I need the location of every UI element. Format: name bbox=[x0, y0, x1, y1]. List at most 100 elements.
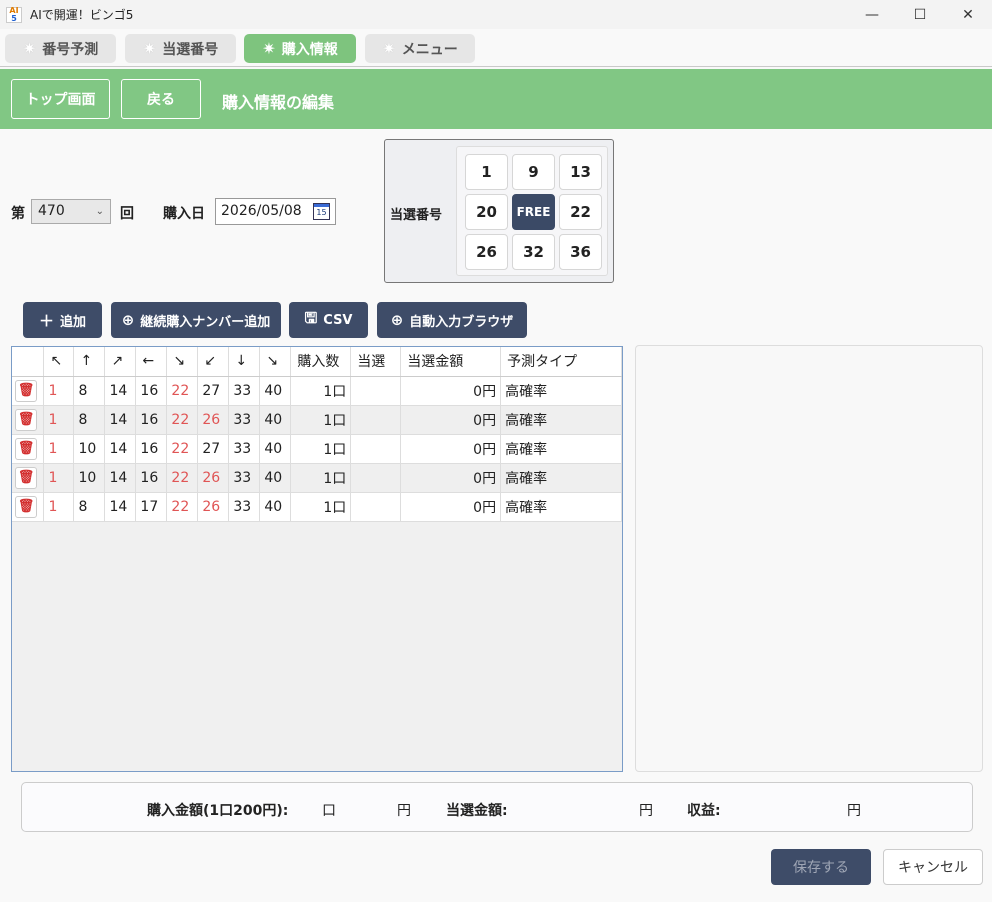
number-cell[interactable]: 40 bbox=[259, 376, 292, 406]
add-button[interactable]: ＋ 追加 bbox=[23, 302, 102, 338]
quantity-cell[interactable]: 1口 bbox=[290, 434, 352, 464]
number-cell[interactable]: 8 bbox=[73, 492, 106, 522]
column-header[interactable]: 購入数 bbox=[290, 347, 352, 377]
add-continuous-button[interactable]: ⊕ 継続購入ナンバー追加 bbox=[111, 302, 281, 338]
number-cell[interactable]: 1 bbox=[43, 492, 75, 522]
number-cell[interactable]: 33 bbox=[228, 492, 261, 522]
calendar-icon[interactable]: 15 bbox=[313, 203, 330, 220]
column-header[interactable]: ↗ bbox=[104, 347, 137, 377]
number-cell[interactable]: 14 bbox=[104, 463, 137, 493]
win-amount-cell[interactable]: 0円 bbox=[400, 463, 502, 493]
number-cell[interactable]: 22 bbox=[166, 434, 199, 464]
number-cell[interactable]: 16 bbox=[135, 463, 168, 493]
number-cell[interactable]: 1 bbox=[43, 434, 75, 464]
number-cell[interactable]: 8 bbox=[73, 405, 106, 435]
number-cell[interactable]: 22 bbox=[166, 463, 199, 493]
number-cell[interactable]: 33 bbox=[228, 434, 261, 464]
column-header[interactable]: ↓ bbox=[228, 347, 261, 377]
win-cell[interactable] bbox=[350, 434, 402, 464]
back-button[interactable]: 戻る bbox=[121, 79, 201, 119]
prediction-type-cell[interactable]: 高確率 bbox=[500, 405, 622, 435]
quantity-cell[interactable]: 1口 bbox=[290, 405, 352, 435]
prediction-type-cell[interactable]: 高確率 bbox=[500, 376, 622, 406]
close-button[interactable]: ✕ bbox=[944, 0, 992, 29]
prediction-type-cell[interactable]: 高確率 bbox=[500, 492, 622, 522]
table-row[interactable]: 🗑 1 10 14 16 22 26 33 40 1口 0円 高確率 bbox=[12, 463, 622, 493]
number-cell[interactable]: 40 bbox=[259, 492, 292, 522]
win-amount-cell[interactable]: 0円 bbox=[400, 405, 502, 435]
tab-purchase-info[interactable]: ✷ 購入情報 bbox=[244, 34, 356, 63]
win-cell[interactable] bbox=[350, 492, 402, 522]
top-screen-button[interactable]: トップ画面 bbox=[11, 79, 110, 119]
number-cell[interactable]: 14 bbox=[104, 405, 137, 435]
win-cell[interactable] bbox=[350, 463, 402, 493]
table-row[interactable]: 🗑 1 10 14 16 22 27 33 40 1口 0円 高確率 bbox=[12, 434, 622, 464]
quantity-cell[interactable]: 1口 bbox=[290, 463, 352, 493]
trash-icon[interactable]: 🗑 bbox=[15, 379, 37, 402]
win-amount-cell[interactable]: 0円 bbox=[400, 434, 502, 464]
auto-input-browser-button[interactable]: ⊕ 自動入力ブラウザ bbox=[377, 302, 527, 338]
tab-winning-numbers[interactable]: ✷ 当選番号 bbox=[125, 34, 236, 63]
column-header[interactable]: ← bbox=[135, 347, 168, 377]
number-cell[interactable]: 33 bbox=[228, 376, 261, 406]
trash-icon[interactable]: 🗑 bbox=[15, 437, 37, 460]
number-cell[interactable]: 16 bbox=[135, 405, 168, 435]
number-cell[interactable]: 40 bbox=[259, 434, 292, 464]
csv-button[interactable]: 🖫 CSV bbox=[289, 302, 368, 338]
cancel-button[interactable]: キャンセル bbox=[883, 849, 983, 885]
column-header[interactable]: ↖ bbox=[43, 347, 75, 377]
column-header[interactable]: ↑ bbox=[73, 347, 106, 377]
prediction-type-cell[interactable]: 高確率 bbox=[500, 463, 622, 493]
column-header[interactable]: ↙ bbox=[197, 347, 230, 377]
minimize-button[interactable]: — bbox=[848, 0, 896, 29]
number-cell[interactable]: 1 bbox=[43, 463, 75, 493]
number-cell[interactable]: 26 bbox=[197, 492, 230, 522]
number-cell[interactable]: 33 bbox=[228, 463, 261, 493]
number-cell[interactable]: 16 bbox=[135, 376, 168, 406]
maximize-button[interactable]: ☐ bbox=[896, 0, 944, 29]
number-cell[interactable]: 8 bbox=[73, 376, 106, 406]
number-cell[interactable]: 40 bbox=[259, 463, 292, 493]
number-cell[interactable]: 22 bbox=[166, 492, 199, 522]
number-cell[interactable]: 14 bbox=[104, 376, 137, 406]
number-cell[interactable]: 33 bbox=[228, 405, 261, 435]
number-cell[interactable]: 16 bbox=[135, 434, 168, 464]
number-cell[interactable]: 1 bbox=[43, 376, 75, 406]
trash-icon[interactable]: 🗑 bbox=[15, 466, 37, 489]
win-amount-cell[interactable]: 0円 bbox=[400, 376, 502, 406]
win-cell[interactable] bbox=[350, 405, 402, 435]
number-cell[interactable]: 22 bbox=[166, 376, 199, 406]
column-header[interactable]: 予測タイプ bbox=[500, 347, 622, 377]
prediction-type-cell[interactable]: 高確率 bbox=[500, 434, 622, 464]
table-row[interactable]: 🗑 1 8 14 17 22 26 33 40 1口 0円 高確率 bbox=[12, 492, 622, 522]
table-row[interactable]: 🗑 1 8 14 16 22 26 33 40 1口 0円 高確率 bbox=[12, 405, 622, 435]
number-cell[interactable]: 22 bbox=[166, 405, 199, 435]
win-amount-cell[interactable]: 0円 bbox=[400, 492, 502, 522]
number-cell[interactable]: 26 bbox=[197, 405, 230, 435]
number-cell[interactable]: 27 bbox=[197, 376, 230, 406]
table-row[interactable]: 🗑 1 8 14 16 22 27 33 40 1口 0円 高確率 bbox=[12, 376, 622, 406]
column-header[interactable]: 当選 bbox=[350, 347, 402, 377]
quantity-cell[interactable]: 1口 bbox=[290, 492, 352, 522]
column-header[interactable]: ↘ bbox=[166, 347, 199, 377]
number-cell[interactable]: 17 bbox=[135, 492, 168, 522]
purchase-date-input[interactable]: 2026/05/08 15 bbox=[215, 198, 336, 225]
number-cell[interactable]: 14 bbox=[104, 434, 137, 464]
trash-icon[interactable]: 🗑 bbox=[15, 495, 37, 518]
save-button[interactable]: 保存する bbox=[771, 849, 871, 885]
trash-icon[interactable]: 🗑 bbox=[15, 408, 37, 431]
number-cell[interactable]: 10 bbox=[73, 434, 106, 464]
column-header[interactable]: 当選金額 bbox=[400, 347, 502, 377]
number-cell[interactable]: 40 bbox=[259, 405, 292, 435]
round-select[interactable]: 470 ⌄ bbox=[31, 199, 111, 224]
column-header[interactable]: ↘ bbox=[259, 347, 292, 377]
number-cell[interactable]: 1 bbox=[43, 405, 75, 435]
win-cell[interactable] bbox=[350, 376, 402, 406]
number-cell[interactable]: 27 bbox=[197, 434, 230, 464]
tab-menu[interactable]: ✷ メニュー bbox=[365, 34, 475, 63]
tab-prediction[interactable]: ✷ 番号予測 bbox=[5, 34, 116, 63]
quantity-cell[interactable]: 1口 bbox=[290, 376, 352, 406]
number-cell[interactable]: 10 bbox=[73, 463, 106, 493]
number-cell[interactable]: 14 bbox=[104, 492, 137, 522]
number-cell[interactable]: 26 bbox=[197, 463, 230, 493]
